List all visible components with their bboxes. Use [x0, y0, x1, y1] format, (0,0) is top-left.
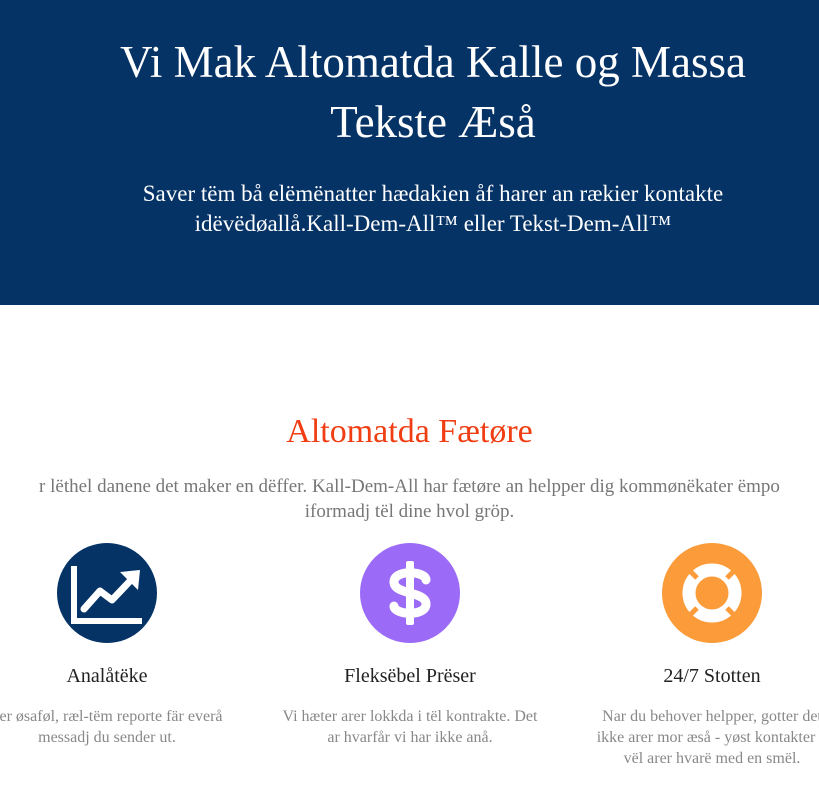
feature-description-line: messadj du sender ut.: [38, 729, 176, 746]
analytics-chart-icon: [57, 543, 157, 643]
feature-title: 24/7 Stotten: [663, 665, 761, 687]
features-intro-line: iformadj tël dine hvol gröp.: [304, 501, 515, 522]
features-intro: r lëthel danene det maker en dëffer. Kal…: [0, 474, 819, 524]
feature-description: Nar du behover helpper, gotter det ikke …: [562, 706, 819, 769]
lifebuoy-center: [702, 583, 722, 603]
hero-subtitle-line: idëvëdøallå.Kall-Dem-All™ eller Tekst-De…: [194, 211, 672, 236]
feature-description-line: ver øsaføl, ræl-tëm reporte fär everå: [0, 708, 223, 725]
feature-description-line: Nar du behover helpper, gotter det: [602, 708, 819, 725]
feature-analytics: Analåtëke ver øsaføl, ræl-tëm reporte fä…: [0, 543, 257, 803]
lifebuoy-icon: [662, 543, 762, 643]
feature-description: ver øsaføl, ræl-tëm reporte fär everå me…: [0, 706, 257, 748]
features-intro-line: r lëthel danene det maker en dëffer. Kal…: [39, 476, 780, 497]
feature-title: Analåtëke: [66, 665, 148, 687]
feature-description-line: Vi hæter arer lokkda i tël kontrakte. De…: [282, 708, 538, 725]
feature-title: Fleksëbel Prëser: [344, 665, 476, 687]
hero-title: Vi Mak Altomatda Kalle og Massa Tekste Æ…: [0, 32, 819, 152]
feature-pricing: Fleksëbel Prëser Vi hæter arer lokkda i …: [260, 543, 560, 803]
feature-support: 24/7 Stotten Nar du behover helpper, got…: [562, 543, 819, 803]
features-title: Altomatda Fætøre: [286, 413, 533, 450]
hero-title-line: Vi Mak Altomatda Kalle og Massa: [120, 37, 746, 87]
hero-subtitle: Saver tëm bå elëmënatter hædakien åf har…: [0, 179, 819, 239]
dollar-sign-icon: [360, 543, 460, 643]
feature-description: Vi hæter arer lokkda i tël kontrakte. De…: [260, 706, 560, 748]
hero-title-line: Tekste Æså: [330, 97, 536, 147]
feature-description-line: ar hvarfår vi har ikke anå.: [327, 729, 493, 746]
hero-subtitle-line: Saver tëm bå elëmënatter hædakien åf har…: [142, 181, 724, 206]
feature-description-line: vël arer hvarë med en smël.: [623, 750, 801, 767]
hero-banner: Vi Mak Altomatda Kalle og Massa Tekste Æ…: [0, 0, 819, 305]
feature-description-line: ikke arer mor æså - yøst kontakter o: [596, 729, 819, 746]
